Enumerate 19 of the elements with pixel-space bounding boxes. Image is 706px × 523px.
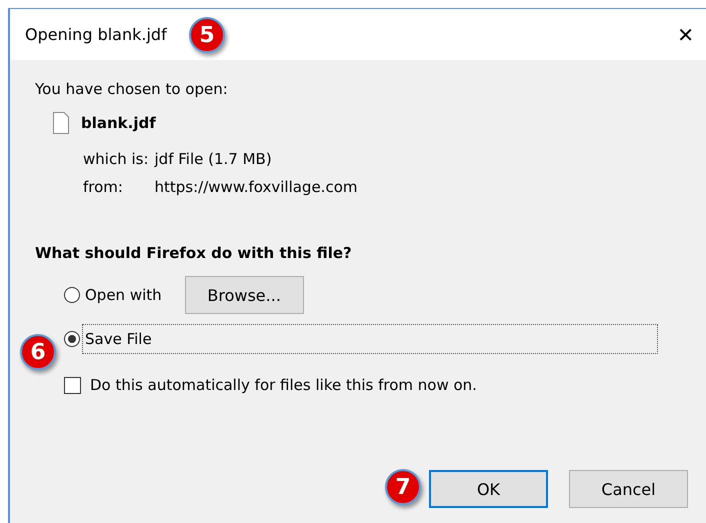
- file-icon: [53, 112, 69, 134]
- intro-text: You have chosen to open:: [35, 80, 229, 98]
- from-label: from:: [83, 178, 124, 196]
- question-text: What should Firefox do with this file?: [35, 244, 353, 262]
- option-label[interactable]: Open with: [82, 280, 165, 310]
- checkbox[interactable]: [64, 376, 81, 394]
- file-type: jdf File (1.7 MB): [154, 150, 273, 168]
- checkbox-label: Do this automatically for files like this from now on.: [90, 376, 477, 394]
- window-title: Opening blank.jdf: [25, 25, 167, 44]
- browse-button[interactable]: Browse...: [184, 276, 304, 314]
- close-button[interactable]: ✕: [671, 22, 700, 46]
- ok-button[interactable]: OK: [429, 470, 548, 508]
- radio-button[interactable]: [64, 331, 80, 347]
- type-label: which is:: [83, 150, 149, 168]
- option-label[interactable]: Save File: [82, 324, 658, 354]
- radio-button[interactable]: [64, 287, 80, 303]
- cancel-button[interactable]: Cancel: [569, 470, 688, 508]
- file-name: blank.jdf: [81, 114, 156, 132]
- source-url: https://www.foxvillage.com: [154, 178, 358, 196]
